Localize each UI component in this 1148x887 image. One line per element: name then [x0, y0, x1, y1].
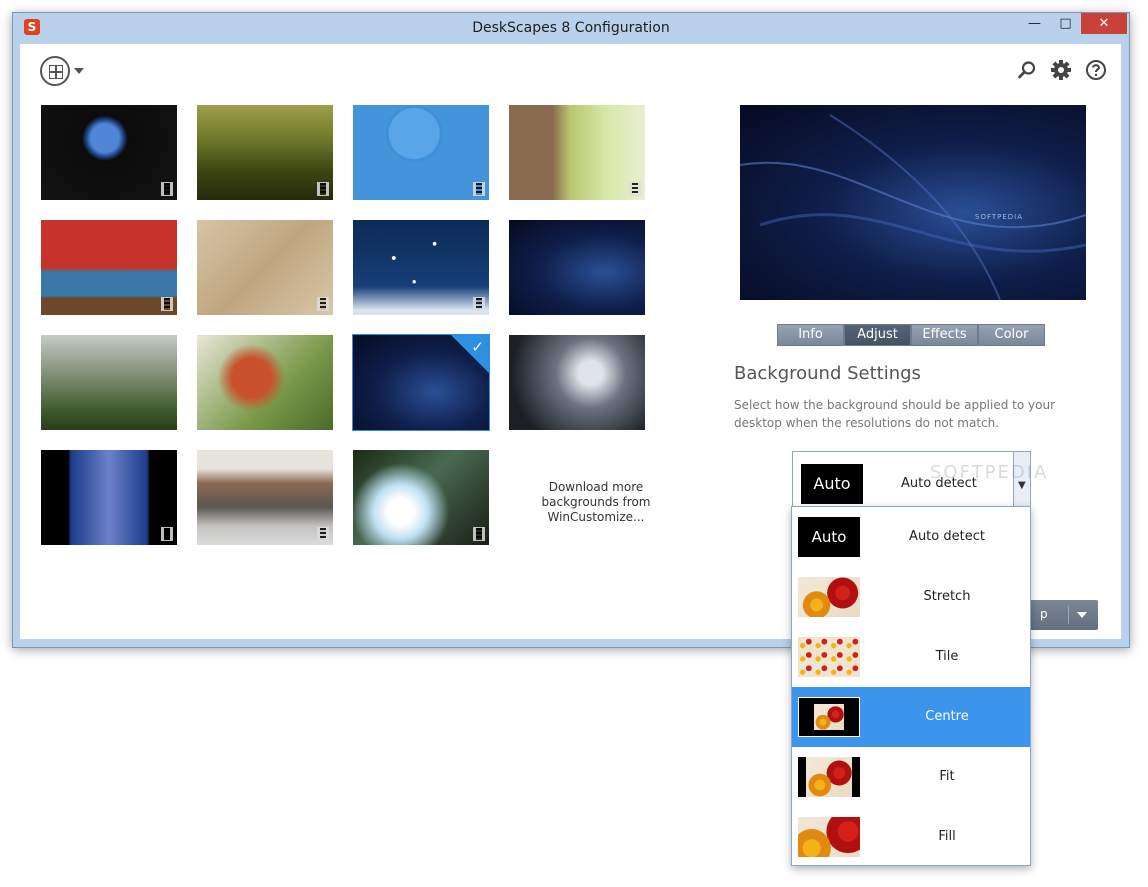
dropdown-item-fit[interactable]: Fit — [792, 747, 1030, 807]
checkmark-icon: ✓ — [471, 338, 484, 356]
title-bar[interactable]: S DeskScapes 8 Configuration — □ ✕ — [13, 13, 1129, 44]
dropdown-item-label: Auto detect — [909, 529, 985, 544]
minimize-button[interactable]: — — [1019, 13, 1050, 34]
dropdown-item-label: Tile — [935, 649, 959, 664]
tab-info[interactable]: Info — [777, 324, 844, 346]
background-thumbnail-snow-night[interactable] — [353, 220, 489, 315]
background-thumbnail-blue-circle[interactable] — [353, 105, 489, 200]
background-thumbnail-frost-branch[interactable] — [509, 335, 645, 430]
settings-description: Select how the background should be appl… — [734, 398, 1056, 430]
settings-tabs: Info Adjust Effects Color — [777, 324, 1045, 346]
background-thumbnail-autumn-leaves[interactable] — [197, 335, 333, 430]
dropdown-item-label: Fit — [939, 769, 955, 784]
apply-button-label: p — [1040, 607, 1048, 621]
background-thumbnail-retro-car[interactable] — [41, 220, 177, 315]
background-thumbnail-selected[interactable]: ✓ — [353, 335, 489, 430]
dropdown-item-label: Centre — [925, 709, 969, 724]
background-thumbnail-light-bubble[interactable] — [353, 450, 489, 545]
search-icon[interactable] — [1016, 59, 1038, 81]
view-switch-icon[interactable] — [40, 56, 70, 86]
maximize-button[interactable]: □ — [1050, 13, 1081, 34]
video-icon — [473, 182, 485, 196]
background-preview: SOFTPEDIA — [740, 105, 1086, 300]
background-thumbnail-s-logo[interactable] — [41, 450, 177, 545]
video-icon — [317, 182, 329, 196]
centre-flower-image — [814, 704, 844, 730]
dropdown-item-auto-detect[interactable]: Auto Auto detect — [792, 507, 1030, 567]
window-title: DeskScapes 8 Configuration — [472, 20, 670, 36]
video-icon — [629, 182, 641, 196]
video-icon — [317, 297, 329, 311]
video-icon — [473, 297, 485, 311]
video-icon — [161, 297, 173, 311]
split-divider — [1068, 606, 1069, 624]
dropdown-item-fill[interactable]: Fill — [792, 807, 1030, 867]
background-thumbnail-foggy-forest[interactable] — [41, 335, 177, 430]
dropdown-item-label: Stretch — [923, 589, 971, 604]
auto-thumbnail: Auto — [798, 517, 860, 557]
tile-thumbnail — [798, 637, 860, 677]
auto-thumbnail: Auto — [801, 464, 863, 504]
dropdown-item-tile[interactable]: Tile — [792, 627, 1030, 687]
preview-watermark: SOFTPEDIA — [975, 213, 1024, 221]
video-icon — [317, 527, 329, 541]
video-icon — [161, 527, 173, 541]
tab-color[interactable]: Color — [978, 324, 1045, 346]
fit-flower-image — [806, 757, 852, 797]
dropdown-item-label: Fill — [938, 829, 956, 844]
video-icon — [161, 182, 173, 196]
dropdown-item-stretch[interactable]: Stretch — [792, 567, 1030, 627]
centre-thumbnail — [798, 697, 860, 737]
dropdown-item-centre[interactable]: Centre — [792, 687, 1030, 747]
background-thumbnail-street-scooters[interactable] — [197, 450, 333, 545]
background-thumbnail-softpedia-blue[interactable] — [509, 220, 645, 315]
download-more-link[interactable]: Download more backgrounds from WinCustom… — [528, 480, 664, 525]
video-icon — [473, 527, 485, 541]
gear-icon[interactable] — [1050, 59, 1072, 81]
stretch-thumbnail — [798, 577, 860, 617]
fit-thumbnail — [798, 757, 860, 797]
softpedia-watermark: SOFTPEDIA — [930, 462, 1049, 483]
background-thumbnail-tree-bark[interactable] — [509, 105, 645, 200]
background-thumbnail-sand[interactable] — [197, 220, 333, 315]
background-thumbnail-grass[interactable] — [197, 105, 333, 200]
fit-mode-dropdown-list: Auto Auto detect Stretch Tile Centre Fit… — [791, 506, 1031, 866]
chevron-down-icon[interactable] — [1077, 612, 1087, 618]
background-thumbnail-earth[interactable] — [41, 105, 177, 200]
help-icon[interactable] — [1085, 59, 1107, 81]
close-button[interactable]: ✕ — [1081, 13, 1127, 34]
tab-effects[interactable]: Effects — [911, 324, 978, 346]
chevron-down-icon[interactable] — [74, 68, 84, 74]
settings-title: Background Settings — [734, 363, 921, 384]
tab-adjust[interactable]: Adjust — [844, 324, 911, 346]
fill-thumbnail — [798, 817, 860, 857]
preview-swirl-art — [740, 114, 1086, 300]
